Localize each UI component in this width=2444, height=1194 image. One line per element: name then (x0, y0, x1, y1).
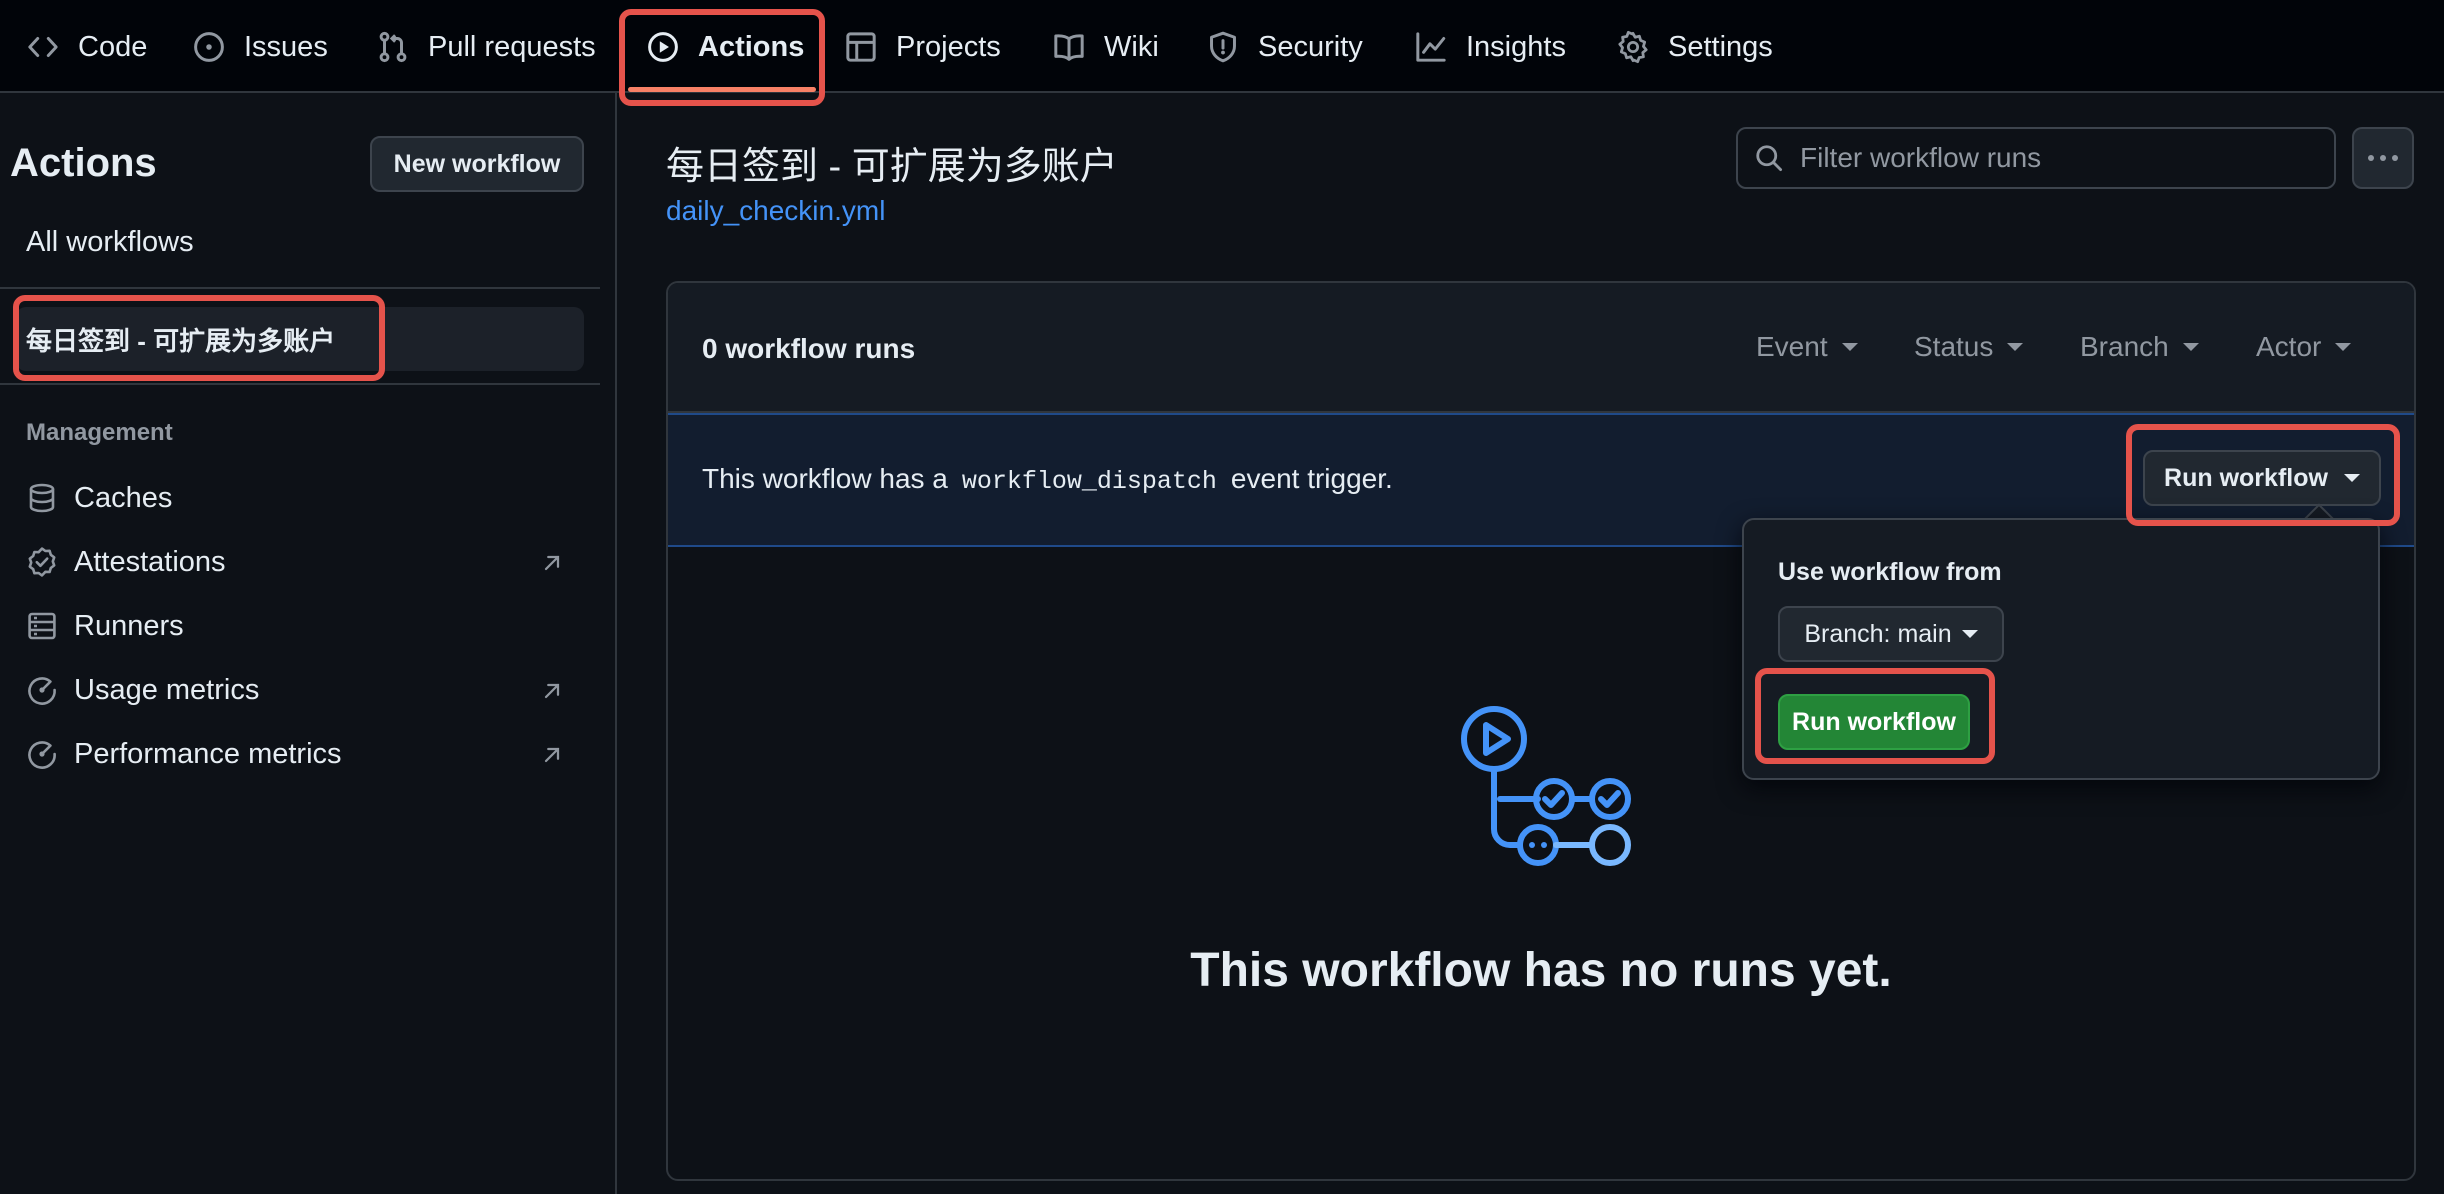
tab-label: Security (1258, 30, 1363, 63)
gear-icon (1616, 30, 1650, 64)
sidebar-item-label: Caches (74, 481, 173, 514)
workflow-file-link[interactable]: daily_checkin.yml (666, 195, 885, 227)
tab-actions[interactable]: Actions (646, 18, 804, 76)
caret-down-icon (2007, 343, 2024, 351)
runs-panel-header: 0 workflow runs Event Status Branch Acto… (668, 283, 2414, 413)
tab-settings[interactable]: Settings (1616, 18, 1773, 76)
empty-state-title: This workflow has no runs yet. (1190, 944, 1892, 997)
code-icon (26, 30, 60, 64)
caret-down-icon (1961, 630, 1978, 638)
external-link-icon (540, 679, 564, 703)
run-workflow-label: Run workflow (2164, 463, 2328, 492)
graph-icon (1414, 30, 1448, 64)
sidebar-item-label: Performance metrics (74, 737, 342, 770)
branch-filter[interactable]: Branch (2080, 331, 2199, 363)
tab-pull-requests[interactable]: Pull requests (376, 18, 596, 76)
run-workflow-dropdown-button[interactable]: Run workflow (2143, 450, 2381, 506)
caret-down-icon (1841, 343, 1858, 351)
sidebar-title: Actions (10, 141, 157, 185)
tab-label: Issues (244, 30, 328, 63)
tab-label: Projects (896, 30, 1001, 63)
tab-label: Actions (698, 30, 805, 63)
tab-projects[interactable]: Projects (844, 18, 1001, 76)
all-workflows-link[interactable]: All workflows (26, 226, 194, 259)
search-icon (1754, 143, 1784, 173)
sidebar-item-workflow[interactable]: 每日签到 - 可扩展为多账户 (16, 307, 584, 371)
issue-icon (192, 30, 226, 64)
play-icon (646, 30, 680, 64)
runs-count: 0 workflow runs (702, 333, 916, 364)
sidebar-item-usage-metrics[interactable]: Usage metrics (26, 668, 259, 712)
tab-issues[interactable]: Issues (192, 18, 328, 76)
filter-label: Branch (2080, 331, 2169, 362)
workflow-item-label: 每日签到 - 可扩展为多账户 (26, 325, 336, 356)
dispatch-message: This workflow has a workflow_dispatch ev… (702, 463, 1393, 496)
tab-label: Pull requests (428, 30, 596, 63)
page-title: 每日签到 - 可扩展为多账户 (666, 146, 1118, 188)
dispatch-prefix: This workflow has a (702, 463, 948, 494)
verified-icon (26, 546, 58, 578)
sidebar-item-performance-metrics[interactable]: Performance metrics (26, 732, 342, 776)
sidebar-item-label: Attestations (74, 545, 226, 578)
dispatch-suffix: event trigger. (1230, 463, 1393, 494)
active-tab-underline (628, 87, 816, 92)
tab-label: Insights (1466, 30, 1566, 63)
shield-icon (1206, 30, 1240, 64)
filter-runs-field[interactable] (1736, 127, 2336, 189)
pull-request-icon (376, 30, 410, 64)
filter-label: Status (1914, 331, 1994, 362)
tab-label: Code (78, 30, 148, 63)
tab-security[interactable]: Security (1206, 18, 1363, 76)
caret-down-icon (2343, 474, 2360, 482)
tab-wiki[interactable]: Wiki (1052, 18, 1159, 76)
kebab-horizontal-icon (2368, 155, 2398, 161)
book-icon (1052, 30, 1086, 64)
more-options-button[interactable] (2352, 127, 2414, 189)
sidebar-divider (0, 383, 600, 385)
caret-down-icon (2182, 343, 2199, 351)
repo-nav: Code Issues Pull requests Actions Projec… (0, 0, 2444, 93)
filter-runs-input[interactable] (1800, 142, 2320, 174)
sidebar-item-caches[interactable]: Caches (26, 476, 172, 520)
actor-filter[interactable]: Actor (2256, 331, 2352, 363)
new-workflow-button[interactable]: New workflow (370, 136, 584, 192)
meter-icon (26, 674, 58, 706)
run-workflow-menu: Use workflow from Branch: main Run workf… (1742, 518, 2380, 780)
branch-label: Branch: main (1804, 619, 1952, 648)
filter-label: Actor (2256, 331, 2322, 362)
tab-label: Settings (1668, 30, 1773, 63)
table-icon (844, 30, 878, 64)
management-heading: Management (26, 419, 173, 446)
sidebar-item-label: Usage metrics (74, 673, 260, 706)
use-workflow-from-label: Use workflow from (1778, 558, 2002, 586)
external-link-icon (540, 551, 564, 575)
meter-icon (26, 738, 58, 770)
external-link-icon (540, 743, 564, 767)
tab-code[interactable]: Code (26, 18, 147, 76)
tab-label: Wiki (1104, 30, 1159, 63)
sidebar-divider (0, 287, 600, 289)
event-filter[interactable]: Event (1756, 331, 1858, 363)
sidebar-item-runners[interactable]: Runners (26, 604, 184, 648)
caret-down-icon (2335, 343, 2352, 351)
workflow-graph-icon (1458, 703, 1638, 883)
workflows-sidebar: Actions New workflow All workflows 每日签到 … (0, 93, 617, 1194)
dispatch-code: workflow_dispatch (961, 467, 1217, 496)
tab-insights[interactable]: Insights (1414, 18, 1566, 76)
server-icon (26, 610, 58, 642)
filter-label: Event (1756, 331, 1828, 362)
sidebar-item-label: Runners (74, 609, 184, 642)
branch-select-button[interactable]: Branch: main (1778, 606, 2004, 662)
sidebar-item-attestations[interactable]: Attestations (26, 540, 226, 584)
run-workflow-button[interactable]: Run workflow (1778, 694, 1970, 750)
database-icon (26, 482, 58, 514)
status-filter[interactable]: Status (1914, 331, 2024, 363)
